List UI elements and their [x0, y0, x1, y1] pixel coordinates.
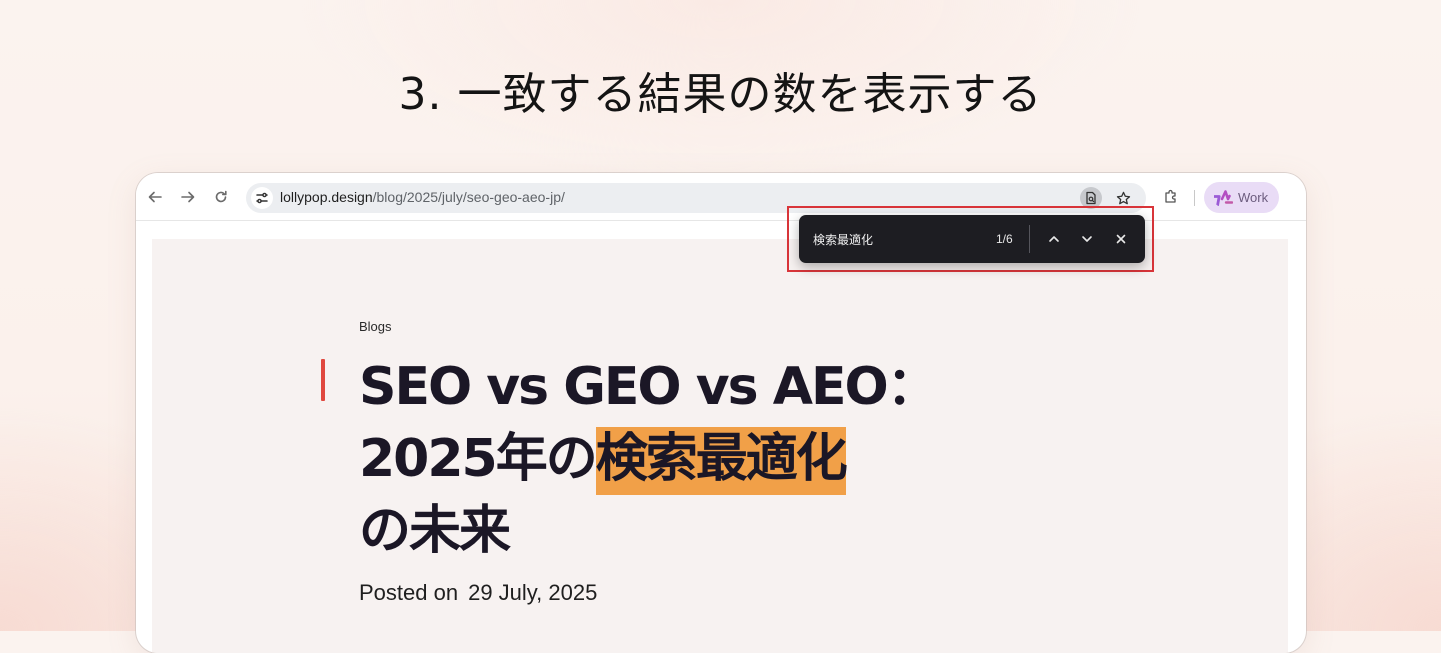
chevron-up-icon — [1049, 236, 1059, 242]
slide-headline: 3. 一致する結果の数を表示する — [398, 69, 1043, 120]
forward-button[interactable] — [176, 185, 200, 209]
profile-label: Work — [1238, 190, 1269, 205]
arrow-left-icon — [148, 191, 162, 203]
find-page-icon — [1086, 191, 1096, 205]
toolbar-divider — [1194, 190, 1195, 206]
title-accent-bar — [321, 359, 325, 401]
title-line-2-prefix: 2025年の — [359, 429, 598, 489]
post-date: Posted on 29 July, 2025 — [359, 580, 597, 606]
arrow-right-icon — [181, 191, 195, 203]
find-input[interactable]: 検索最適化 — [813, 231, 873, 248]
find-match-highlight: 検索最適化 — [595, 427, 848, 495]
find-previous-button[interactable] — [1044, 229, 1064, 249]
site-info-button[interactable] — [251, 187, 273, 209]
posted-date: 29 July, 2025 — [468, 580, 598, 605]
reload-button[interactable] — [209, 185, 233, 209]
breadcrumb-category[interactable]: Blogs — [359, 319, 392, 334]
title-line-3: の未来 — [359, 501, 511, 561]
close-icon — [1116, 234, 1126, 244]
profile-avatar-icon — [1214, 189, 1233, 206]
posted-label: Posted on — [359, 580, 459, 605]
find-close-button[interactable] — [1111, 229, 1131, 249]
page-content: Blogs SEO vs GEO vs AEO： 2025年の検索最適化 の未来… — [152, 239, 1288, 653]
url-text: lollypop.design/blog/2025/july/seo-geo-a… — [280, 189, 565, 205]
url-domain: lollypop.design — [280, 189, 373, 205]
back-button[interactable] — [143, 185, 167, 209]
article-title: SEO vs GEO vs AEO： 2025年の検索最適化 の未来 — [359, 351, 959, 567]
tune-icon — [256, 192, 268, 204]
star-icon — [1116, 191, 1130, 204]
find-next-button[interactable] — [1077, 229, 1097, 249]
title-line-1: SEO vs GEO vs AEO： — [359, 357, 939, 417]
find-bar: 検索最適化 1/6 — [799, 215, 1145, 263]
chevron-down-icon — [1082, 236, 1092, 242]
reload-icon — [215, 190, 227, 203]
extensions-button[interactable] — [1160, 186, 1182, 208]
profile-button[interactable]: Work — [1204, 182, 1279, 213]
url-path: /blog/2025/july/seo-geo-aeo-jp/ — [372, 189, 565, 205]
find-bar-divider — [1029, 225, 1030, 253]
title-line-2: 2025年の検索最適化 — [359, 423, 959, 495]
puzzle-icon — [1165, 189, 1176, 203]
find-match-count: 1/6 — [996, 232, 1013, 246]
